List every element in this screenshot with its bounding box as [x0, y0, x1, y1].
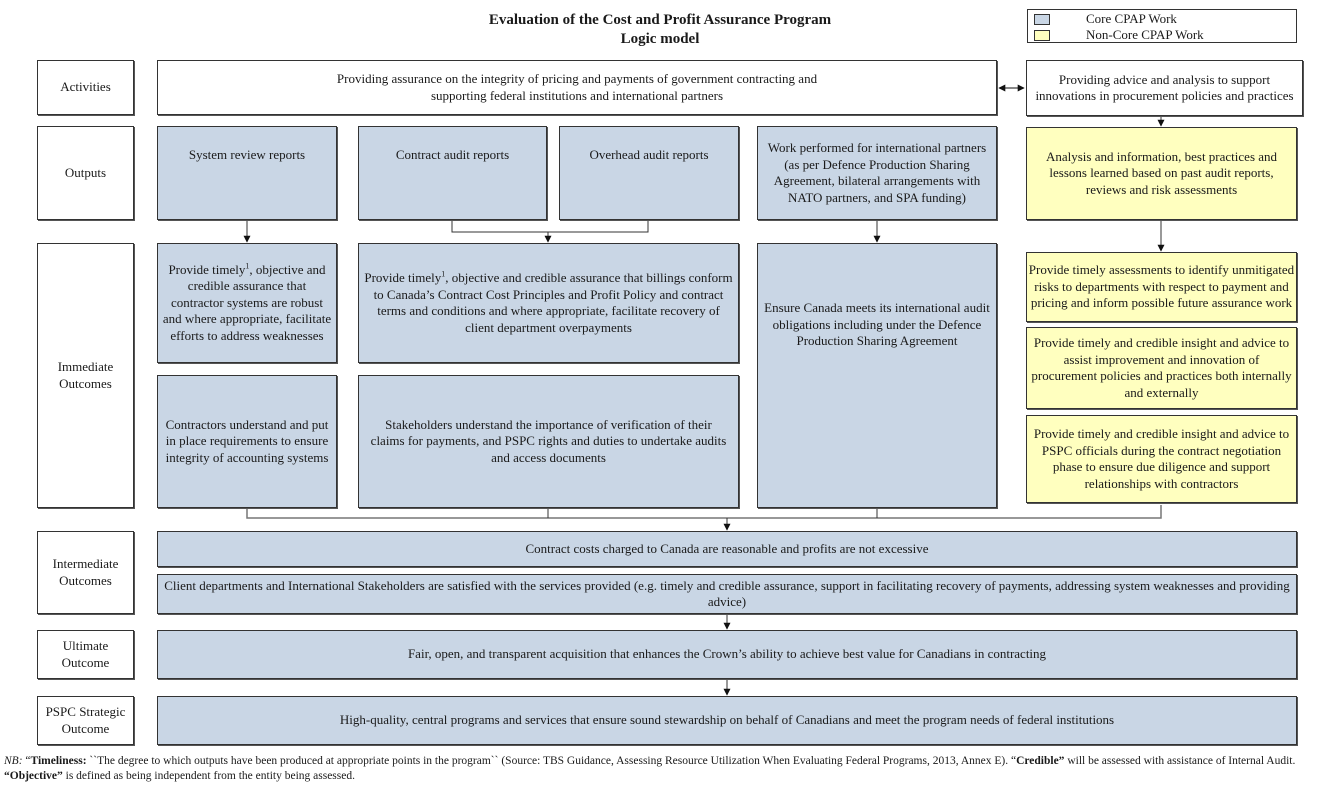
activity-core: Providing assurance on the integrity of … [157, 60, 997, 115]
ultimate-outcome: Fair, open, and transparent acquisition … [157, 630, 1297, 679]
intermediate-costs: Contract costs charged to Canada are rea… [157, 531, 1297, 567]
immediate-text: Ensure Canada meets its international au… [764, 300, 990, 348]
intermediate-satisfaction: Client departments and International Sta… [157, 574, 1297, 614]
immediate-text: Contractors understand and put in place … [165, 416, 329, 465]
row-label-activities: Activities [37, 60, 134, 115]
footnote-term-timeliness: Timeliness: [30, 755, 87, 767]
text-part: Provide timely [364, 270, 442, 285]
row-label-text: Immediate Outcomes [57, 359, 114, 391]
row-label-text: Outputs [64, 164, 107, 180]
footnote: NB: “Timeliness: ``The degree to which o… [4, 754, 1324, 784]
row-label-strategic: PSPC Strategic Outcome [37, 696, 134, 745]
row-label-intermediate: Intermediate Outcomes [37, 531, 134, 614]
immediate-text: Provide timely and credible insight and … [1033, 426, 1290, 491]
output-overhead-audit: Overhead audit reports [559, 126, 739, 220]
immediate-text: Provide timely1, objective and credible … [363, 270, 734, 336]
output-text: Analysis and information, best practices… [1045, 148, 1278, 197]
intermediate-text: Client departments and International Sta… [164, 577, 1290, 610]
immediate-text: Stakeholders understand the importance o… [370, 416, 727, 465]
immediate-stakeholders-understand: Stakeholders understand the importance o… [358, 375, 739, 508]
footnote-text: “ [22, 755, 31, 767]
row-label-immediate: Immediate Outcomes [37, 243, 134, 508]
activity-noncore-text: Providing advice and analysis to support… [1035, 71, 1294, 104]
output-text: Contract audit reports [395, 147, 510, 162]
immediate-international-obligations: Ensure Canada meets its international au… [757, 243, 997, 508]
immediate-systems-assurance: Provide timely1, objective and credible … [157, 243, 337, 363]
merge-contract-overhead [451, 220, 649, 233]
ultimate-text: Fair, open, and transparent acquisition … [407, 646, 1047, 662]
output-text: Overhead audit reports [589, 147, 709, 162]
text-part: Provide timely [168, 261, 246, 277]
footnote-term-objective: “Objective” [4, 770, 63, 782]
output-system-review: System review reports [157, 126, 337, 220]
output-analysis: Analysis and information, best practices… [1026, 127, 1297, 220]
immediate-text: Provide timely and credible insight and … [1031, 335, 1292, 400]
output-text: System review reports [188, 147, 306, 162]
row-label-text: PSPC Strategic Outcome [45, 704, 126, 736]
activity-noncore: Providing advice and analysis to support… [1026, 60, 1303, 116]
output-international: Work performed for international partner… [757, 126, 997, 220]
immediate-risk-assessments: Provide timely assessments to identify u… [1026, 252, 1297, 322]
row-label-text: Activities [60, 79, 111, 95]
output-contract-audit: Contract audit reports [358, 126, 547, 220]
immediate-text: Provide timely1, objective and credible … [162, 262, 332, 345]
strategic-text: High-quality, central programs and servi… [339, 712, 1115, 728]
intermediate-text: Contract costs charged to Canada are rea… [525, 540, 929, 556]
strategic-outcome: High-quality, central programs and servi… [157, 696, 1297, 745]
row-label-text: Ultimate Outcome [61, 638, 110, 670]
immediate-contractors-understand: Contractors understand and put in place … [157, 375, 337, 508]
row-label-ultimate: Ultimate Outcome [37, 630, 134, 679]
output-text: Work performed for international partner… [767, 140, 987, 205]
footnote-text: ``The degree to which outputs have been … [86, 755, 1017, 767]
footnote-term-credible: Credible” [1016, 755, 1065, 767]
footnote-text: is defined as being independent from the… [62, 770, 355, 782]
footnote-nb: NB: [4, 755, 23, 767]
footnote-text: will be assessed with assistance of Inte… [1064, 755, 1296, 767]
immediate-text: Provide timely assessments to identify u… [1028, 262, 1295, 311]
immediate-procurement-insight: Provide timely and credible insight and … [1026, 327, 1297, 409]
row-label-outputs: Outputs [37, 126, 134, 220]
immediate-billings-assurance: Provide timely1, objective and credible … [358, 243, 739, 363]
immediate-negotiation-insight: Provide timely and credible insight and … [1026, 415, 1297, 503]
row-label-text: Intermediate Outcomes [52, 556, 119, 588]
activity-core-text: Providing assurance on the integrity of … [336, 71, 818, 103]
